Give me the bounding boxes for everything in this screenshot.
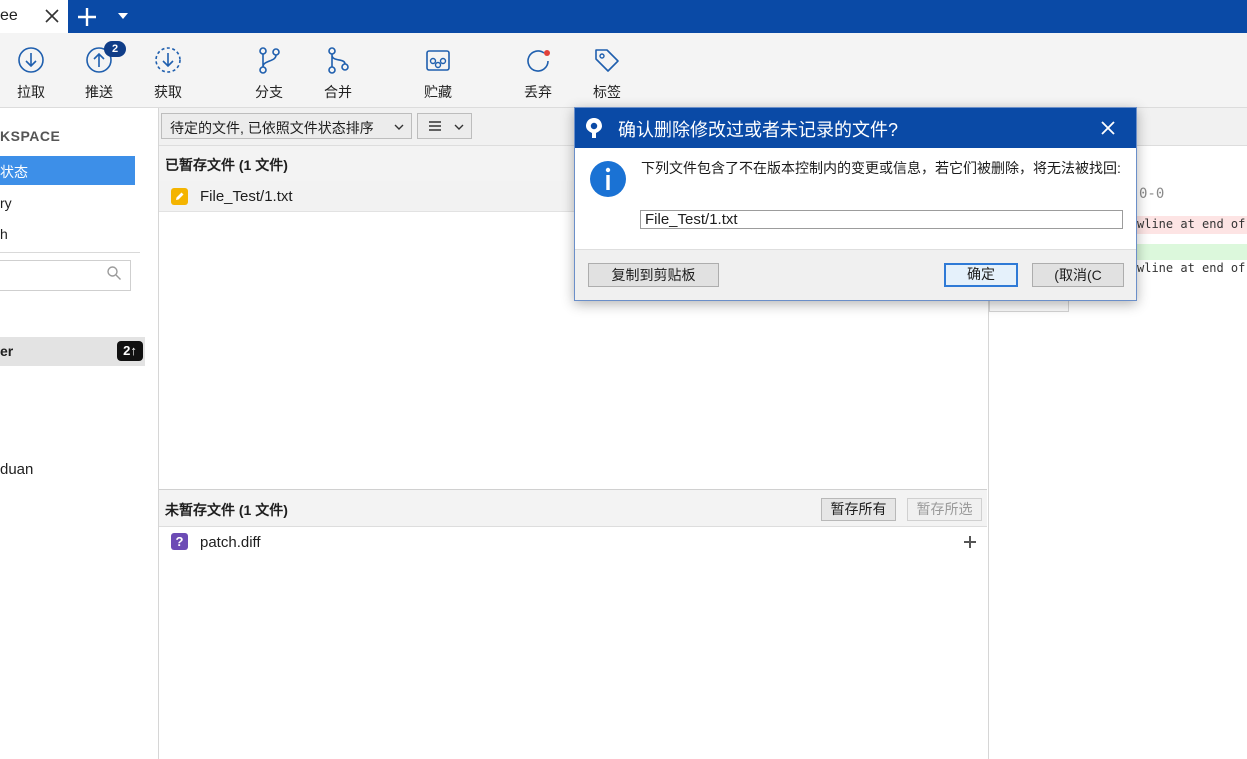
fetch-icon: [155, 47, 181, 73]
dialog-message: 下列文件包含了不在版本控制内的变更或信息，若它们被删除，将无法被找回:: [641, 160, 1121, 176]
discard-icon: [527, 50, 550, 72]
tab-repository[interactable]: ee: [0, 0, 68, 33]
workspace-heading: KSPACE: [0, 128, 61, 144]
branch-icon: [259, 47, 280, 74]
dialog-titlebar: 确认删除修改过或者未记录的文件?: [575, 108, 1136, 148]
unstaged-files-title: 未暂存文件 (1 文件): [165, 502, 288, 518]
chevron-down-icon[interactable]: [116, 11, 130, 21]
push-button[interactable]: 2 推送: [69, 41, 129, 101]
pull-icon: [18, 47, 44, 73]
stash-label: 贮藏: [424, 84, 452, 100]
untracked-icon: ?: [171, 533, 188, 550]
search-icon: [107, 266, 121, 280]
close-icon[interactable]: [42, 6, 62, 26]
merge-icon: [328, 47, 349, 74]
tab-title: ee: [0, 7, 18, 24]
diff-line-text: wline at end of: [1137, 217, 1246, 231]
push-count-badge: 2: [104, 41, 126, 57]
branch-label: 分支: [255, 84, 283, 100]
toolbar: 拉取 2 推送 获取 分支 合并 贮藏 丢弃 标签: [0, 33, 1247, 108]
plus-icon[interactable]: [76, 6, 98, 28]
unstaged-file-row[interactable]: ? patch.diff: [159, 526, 987, 558]
pull-button[interactable]: 拉取: [1, 45, 61, 101]
ahead-count-badge: 2↑: [117, 341, 143, 361]
divider: [0, 252, 140, 253]
fetch-label: 获取: [154, 84, 182, 100]
fetch-button[interactable]: 获取: [138, 45, 198, 101]
copy-to-clipboard-button[interactable]: 复制到剪贴板: [588, 263, 719, 287]
tag-button[interactable]: 标签: [577, 45, 637, 101]
staged-files-title: 已暂存文件 (1 文件): [165, 157, 288, 173]
staged-file-name: File_Test/1.txt: [200, 188, 293, 205]
modified-icon: [171, 188, 188, 205]
divider: [575, 249, 1136, 250]
sidebar-item-file-status[interactable]: 状态: [0, 156, 135, 185]
stage-selected-button[interactable]: 暂存所选: [907, 498, 982, 521]
list-icon: [429, 121, 441, 131]
pull-label: 拉取: [17, 84, 45, 100]
sort-dropdown[interactable]: 待定的文件, 已依照文件状态排序: [161, 113, 412, 139]
app-logo-icon: [586, 118, 602, 138]
unstaged-file-name: patch.diff: [200, 534, 261, 551]
diff-line-text: wline at end of: [1137, 261, 1246, 275]
diff-hunk-header: 0-0: [1139, 186, 1165, 202]
chevron-down-icon: [394, 124, 404, 130]
chevron-down-icon: [454, 124, 464, 130]
sidebar: KSPACE 状态 ry h er 2↑ duan: [0, 108, 159, 759]
dialog-title: 确认删除修改过或者未记录的文件?: [618, 120, 899, 140]
sidebar-item-search[interactable]: h: [0, 226, 8, 242]
sort-dropdown-value: 待定的文件, 已依照文件状态排序: [170, 120, 374, 136]
push-label: 推送: [85, 84, 113, 100]
branch-name: er: [0, 343, 14, 359]
info-icon: [590, 161, 626, 197]
sidebar-item-label: 状态: [0, 164, 28, 180]
ok-button[interactable]: 确定: [944, 263, 1018, 287]
confirm-delete-dialog: 确认删除修改过或者未记录的文件? 下列文件包含了不在版本控制内的变更或信息，若它…: [574, 107, 1137, 301]
unstaged-files-header: 未暂存文件 (1 文件) 暂存所有 暂存所选: [159, 489, 987, 527]
discard-label: 丢弃: [524, 84, 552, 100]
view-mode-dropdown[interactable]: [417, 113, 472, 139]
sidebar-item-history[interactable]: ry: [0, 195, 12, 211]
dialog-body: 下列文件包含了不在版本控制内的变更或信息，若它们被删除，将无法被找回: File…: [575, 148, 1136, 249]
stash-icon: [426, 50, 450, 71]
sidebar-item-remote[interactable]: duan: [0, 461, 33, 478]
plus-icon[interactable]: [962, 534, 978, 550]
close-icon[interactable]: [1099, 119, 1117, 137]
sidebar-branch-master[interactable]: er 2↑: [0, 337, 145, 366]
stash-button[interactable]: 贮藏: [408, 45, 468, 101]
cancel-button[interactable]: (取消(C: [1032, 263, 1124, 287]
branch-button[interactable]: 分支: [239, 45, 299, 101]
merge-label: 合并: [324, 84, 352, 100]
tag-label: 标签: [593, 84, 621, 100]
merge-button[interactable]: 合并: [308, 45, 368, 101]
tab-bar: ee: [0, 0, 1247, 33]
discard-button[interactable]: 丢弃: [508, 45, 568, 101]
file-list-field[interactable]: File_Test/1.txt: [640, 210, 1123, 229]
stage-all-button[interactable]: 暂存所有: [821, 498, 896, 521]
tag-icon: [595, 49, 619, 72]
